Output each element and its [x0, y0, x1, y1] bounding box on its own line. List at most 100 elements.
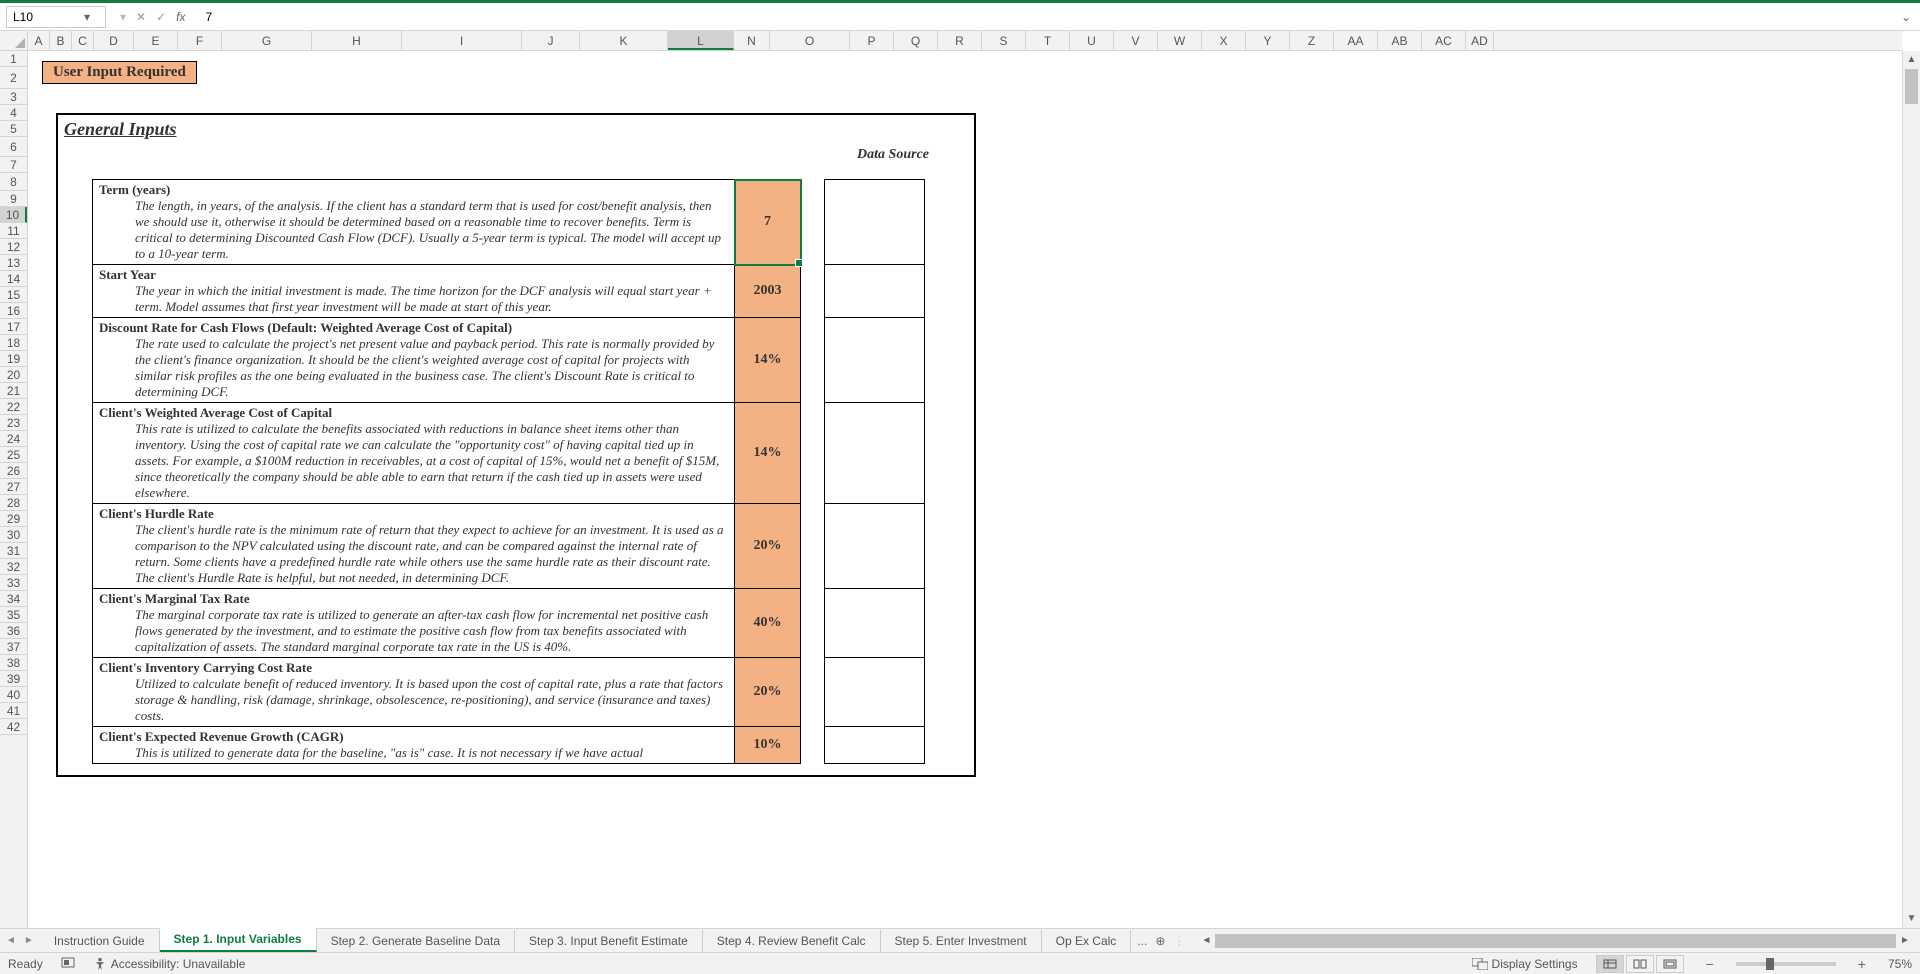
row-header-29[interactable]: 29: [0, 511, 27, 527]
row-header-7[interactable]: 7: [0, 157, 27, 173]
data-source-cell[interactable]: [825, 180, 925, 265]
column-header-AB[interactable]: AB: [1378, 31, 1422, 50]
name-box-dropdown-icon[interactable]: ▾: [77, 10, 97, 24]
input-desc-cell[interactable]: Client's Inventory Carrying Cost RateUti…: [93, 658, 735, 727]
horizontal-scrollbar[interactable]: ◄ ►: [1197, 934, 1914, 948]
sheet-tab[interactable]: Step 2. Generate Baseline Data: [317, 930, 515, 952]
view-normal-icon[interactable]: [1596, 955, 1624, 973]
row-header-27[interactable]: 27: [0, 479, 27, 495]
zoom-knob[interactable]: [1766, 958, 1774, 970]
row-header-31[interactable]: 31: [0, 543, 27, 559]
row-header-1[interactable]: 1: [0, 51, 27, 67]
row-header-33[interactable]: 33: [0, 575, 27, 591]
accessibility-status[interactable]: Accessibility: Unavailable: [93, 957, 246, 971]
display-settings-button[interactable]: Display Settings: [1472, 957, 1578, 971]
macro-record-icon[interactable]: [61, 955, 75, 972]
column-header-T[interactable]: T: [1026, 31, 1070, 50]
input-value-cell[interactable]: 20%: [735, 504, 801, 589]
expand-formula-bar-icon[interactable]: ⌄: [1898, 10, 1914, 24]
column-header-A[interactable]: A: [28, 31, 50, 50]
input-desc-cell[interactable]: Client's Expected Revenue Growth (CAGR)T…: [93, 727, 735, 764]
column-header-P[interactable]: P: [850, 31, 894, 50]
column-header-AD[interactable]: AD: [1466, 31, 1494, 50]
fx-icon[interactable]: fx: [176, 10, 185, 24]
row-header-19[interactable]: 19: [0, 351, 27, 367]
row-header-13[interactable]: 13: [0, 255, 27, 271]
vscroll-thumb[interactable]: [1905, 69, 1918, 104]
column-header-L[interactable]: L: [668, 31, 734, 50]
row-header-42[interactable]: 42: [0, 719, 27, 735]
column-header-C[interactable]: C: [72, 31, 94, 50]
input-value-cell[interactable]: 14%: [735, 403, 801, 504]
column-header-S[interactable]: S: [982, 31, 1026, 50]
scroll-right-icon[interactable]: ►: [1896, 935, 1914, 946]
data-source-cell[interactable]: [825, 504, 925, 589]
scroll-up-icon[interactable]: ▲: [1903, 51, 1920, 69]
row-header-30[interactable]: 30: [0, 527, 27, 543]
name-box[interactable]: ▾: [6, 6, 106, 28]
row-header-14[interactable]: 14: [0, 271, 27, 287]
column-header-AC[interactable]: AC: [1422, 31, 1466, 50]
row-header-24[interactable]: 24: [0, 431, 27, 447]
input-desc-cell[interactable]: Discount Rate for Cash Flows (Default: W…: [93, 318, 735, 403]
data-source-cell[interactable]: [825, 589, 925, 658]
row-header-25[interactable]: 25: [0, 447, 27, 463]
view-page-break-icon[interactable]: [1656, 955, 1684, 973]
row-header-2[interactable]: 2: [0, 67, 27, 89]
data-source-cell[interactable]: [825, 658, 925, 727]
row-header-21[interactable]: 21: [0, 383, 27, 399]
input-value-cell[interactable]: 2003: [735, 265, 801, 318]
column-header-V[interactable]: V: [1114, 31, 1158, 50]
input-value-cell[interactable]: 20%: [735, 658, 801, 727]
select-all-corner[interactable]: [0, 31, 28, 51]
row-header-9[interactable]: 9: [0, 191, 27, 207]
column-header-AA[interactable]: AA: [1334, 31, 1378, 50]
new-sheet-icon[interactable]: ⊕: [1155, 934, 1165, 948]
row-header-32[interactable]: 32: [0, 559, 27, 575]
row-header-22[interactable]: 22: [0, 399, 27, 415]
row-header-12[interactable]: 12: [0, 239, 27, 255]
row-header-17[interactable]: 17: [0, 319, 27, 335]
formula-input[interactable]: [200, 6, 1893, 28]
column-header-O[interactable]: O: [770, 31, 850, 50]
scroll-down-icon[interactable]: ▼: [1903, 910, 1920, 928]
column-header-Z[interactable]: Z: [1290, 31, 1334, 50]
row-header-4[interactable]: 4: [0, 105, 27, 121]
sheet-grid[interactable]: User Input Required General Inputs Data …: [28, 51, 1902, 928]
input-value-cell[interactable]: 7: [735, 180, 801, 265]
row-header-36[interactable]: 36: [0, 623, 27, 639]
column-header-X[interactable]: X: [1202, 31, 1246, 50]
sheet-tab[interactable]: Step 4. Review Benefit Calc: [703, 930, 881, 952]
input-desc-cell[interactable]: Client's Weighted Average Cost of Capita…: [93, 403, 735, 504]
input-desc-cell[interactable]: Client's Marginal Tax RateThe marginal c…: [93, 589, 735, 658]
column-header-J[interactable]: J: [522, 31, 580, 50]
row-header-39[interactable]: 39: [0, 671, 27, 687]
row-header-38[interactable]: 38: [0, 655, 27, 671]
row-header-3[interactable]: 3: [0, 89, 27, 105]
row-header-6[interactable]: 6: [0, 137, 27, 157]
sheet-tab[interactable]: Step 1. Input Variables: [160, 928, 317, 952]
column-header-K[interactable]: K: [580, 31, 668, 50]
column-header-N[interactable]: N: [734, 31, 770, 50]
input-desc-cell[interactable]: Client's Hurdle RateThe client's hurdle …: [93, 504, 735, 589]
hscroll-thumb[interactable]: [1215, 934, 1896, 948]
column-header-R[interactable]: R: [938, 31, 982, 50]
column-header-H[interactable]: H: [312, 31, 402, 50]
sheet-tab[interactable]: Step 3. Input Benefit Estimate: [515, 930, 703, 952]
input-desc-cell[interactable]: Start YearThe year in which the initial …: [93, 265, 735, 318]
dropdown-icon[interactable]: ▾: [120, 10, 126, 24]
row-header-26[interactable]: 26: [0, 463, 27, 479]
input-desc-cell[interactable]: Term (years)The length, in years, of the…: [93, 180, 735, 265]
column-header-B[interactable]: B: [50, 31, 72, 50]
column-header-U[interactable]: U: [1070, 31, 1114, 50]
view-page-layout-icon[interactable]: [1626, 955, 1654, 973]
column-header-I[interactable]: I: [402, 31, 522, 50]
data-source-cell[interactable]: [825, 318, 925, 403]
row-header-15[interactable]: 15: [0, 287, 27, 303]
sheet-tab[interactable]: Step 5. Enter Investment: [881, 930, 1042, 952]
input-value-cell[interactable]: 14%: [735, 318, 801, 403]
row-header-41[interactable]: 41: [0, 703, 27, 719]
row-header-10[interactable]: 10: [0, 207, 27, 223]
zoom-slider[interactable]: [1736, 962, 1836, 966]
row-header-28[interactable]: 28: [0, 495, 27, 511]
